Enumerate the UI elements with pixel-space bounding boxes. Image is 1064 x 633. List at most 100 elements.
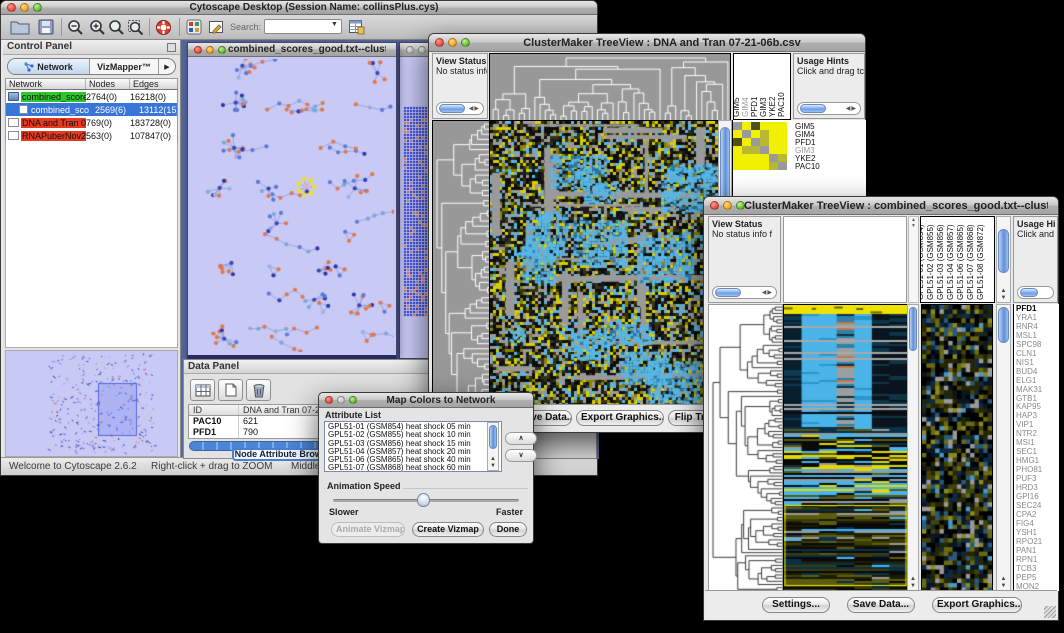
- matrix-cell[interactable]: [742, 130, 751, 138]
- open-session-button[interactable]: [9, 17, 31, 37]
- network-manager-button[interactable]: [183, 17, 205, 37]
- matrix-cell[interactable]: [751, 138, 760, 146]
- scrollbar-thumb[interactable]: [998, 229, 1009, 273]
- zoom-selected-button[interactable]: [105, 17, 127, 37]
- matrix-cell[interactable]: [769, 146, 778, 154]
- matrix-cell[interactable]: [760, 138, 769, 146]
- column-array-label[interactable]: GPL51-07 (GSM868): [966, 224, 975, 300]
- column-dendrogram-canvas[interactable]: [489, 53, 731, 121]
- matrix-cell[interactable]: [778, 146, 787, 154]
- matrix-cell[interactable]: [769, 130, 778, 138]
- tab-vizmapper[interactable]: VizMapper™: [90, 59, 159, 74]
- matrix-cell[interactable]: [742, 138, 751, 146]
- settings-button[interactable]: Settings...: [762, 597, 830, 613]
- minimize-icon[interactable]: [206, 46, 214, 54]
- column-gene-label[interactable]: YKE2: [768, 97, 777, 117]
- heatmap-vscrollbar[interactable]: ▲▼: [907, 304, 919, 591]
- column-array-label[interactable]: GPL51-01 (GSM854): [920, 224, 925, 300]
- move-down-button[interactable]: ∨: [505, 449, 537, 462]
- treeview-combined-titlebar[interactable]: ClusterMaker TreeView : combined_scores_…: [704, 197, 1058, 215]
- create-vizmap-button[interactable]: Create Vizmap: [412, 522, 484, 537]
- matrix-cell[interactable]: [733, 146, 742, 154]
- view-status-hscrollbar[interactable]: ◀▶: [712, 286, 777, 299]
- close-icon[interactable]: [406, 46, 414, 54]
- birds-eye-canvas[interactable]: [6, 351, 178, 456]
- matrix-cell[interactable]: [742, 146, 751, 154]
- matrix-cell[interactable]: [778, 162, 787, 170]
- animation-speed-slider-thumb[interactable]: [417, 493, 430, 507]
- row-gene-label[interactable]: PAC10: [795, 163, 820, 171]
- matrix-cell[interactable]: [733, 138, 742, 146]
- matrix-cell[interactable]: [760, 154, 769, 162]
- column-network[interactable]: Network: [6, 79, 86, 89]
- matrix-cell[interactable]: [769, 154, 778, 162]
- matrix-cell[interactable]: [769, 162, 778, 170]
- dendrogram-scroll-gutter[interactable]: ▲▼: [908, 216, 919, 303]
- matrix-cell[interactable]: [760, 122, 769, 130]
- close-icon[interactable]: [194, 46, 202, 54]
- matrix-cell[interactable]: [778, 154, 787, 162]
- correlation-matrix[interactable]: [733, 122, 787, 170]
- column-gene-label[interactable]: PAC10: [777, 92, 786, 117]
- scrollbar-arrows-icon[interactable]: ◀▶: [762, 289, 773, 296]
- attribute-browser-button[interactable]: [345, 17, 367, 37]
- matrix-cell[interactable]: [742, 122, 751, 130]
- scrollbar-thumb[interactable]: [1020, 288, 1038, 297]
- matrix-cell[interactable]: [769, 138, 778, 146]
- matrix-cell[interactable]: [742, 154, 751, 162]
- column-array-label[interactable]: GPL51-02 (GSM855): [926, 224, 935, 300]
- heatmap-canvas[interactable]: [489, 120, 720, 408]
- matrix-cell[interactable]: [742, 162, 751, 170]
- tabs-overflow-button[interactable]: ▶: [159, 59, 175, 74]
- column-id[interactable]: ID: [189, 405, 239, 415]
- export-graphics-button[interactable]: Export Graphics...: [932, 597, 1022, 613]
- matrix-cell[interactable]: [760, 146, 769, 154]
- attribute-list[interactable]: GPL51-01 (GSM854) heat shock 05 minGPL51…: [324, 421, 502, 472]
- scrollbar-arrows-icon[interactable]: ▲▼: [488, 456, 498, 470]
- minimize-icon[interactable]: [418, 46, 426, 54]
- minimize-icon[interactable]: [337, 396, 345, 404]
- scrollbar-thumb[interactable]: [715, 288, 741, 297]
- matrix-cell[interactable]: [751, 146, 760, 154]
- usage-hints-hscrollbar[interactable]: [1017, 286, 1054, 299]
- move-up-button[interactable]: ∧: [505, 432, 537, 445]
- matrix-cell[interactable]: [751, 130, 760, 138]
- birds-eye-view[interactable]: [5, 350, 178, 457]
- column-gene-label[interactable]: PFD1: [750, 97, 759, 117]
- scrollbar-arrows-icon[interactable]: ◀▶: [469, 105, 480, 112]
- scrollbar-thumb[interactable]: [800, 104, 826, 113]
- zoom-window-icon[interactable]: [349, 396, 357, 404]
- attribute-select-button[interactable]: [190, 379, 215, 401]
- new-attribute-button[interactable]: [218, 379, 243, 401]
- delete-attribute-button[interactable]: [246, 379, 271, 401]
- tab-network[interactable]: Network: [8, 59, 90, 74]
- scrollbar-arrows-icon[interactable]: ▲▼: [997, 576, 1010, 590]
- float-panel-icon[interactable]: [167, 43, 176, 52]
- matrix-cell[interactable]: [733, 162, 742, 170]
- matrix-cell[interactable]: [778, 122, 787, 130]
- column-nodes[interactable]: Nodes: [86, 79, 130, 89]
- column-gene-label[interactable]: GIM3: [759, 97, 768, 117]
- view-status-hscrollbar[interactable]: ◀▶: [436, 102, 484, 115]
- matrix-cell[interactable]: [751, 162, 760, 170]
- matrix-cell[interactable]: [778, 138, 787, 146]
- network-list-row[interactable]: combined_scores 2764(0) 16218(0): [6, 90, 177, 103]
- treeview-dna-titlebar[interactable]: ClusterMaker TreeView : DNA and Tran 07-…: [429, 34, 865, 52]
- scrollbar-arrows-icon[interactable]: ▲▼: [908, 576, 918, 590]
- zoom-heatmap-vscrollbar[interactable]: ▲▼: [996, 304, 1011, 591]
- column-array-label[interactable]: GPL51-08 (GSM872): [976, 224, 985, 300]
- row-dendrogram-canvas[interactable]: [432, 120, 490, 408]
- column-array-label[interactable]: GPL51-03 (GSM856): [936, 224, 945, 300]
- scrollbar-arrows-icon[interactable]: ▲▼: [997, 288, 1010, 302]
- network-view-canvas[interactable]: [188, 59, 394, 352]
- matrix-cell[interactable]: [733, 154, 742, 162]
- zoom-out-button[interactable]: [64, 17, 86, 37]
- column-gene-label[interactable]: GIM4: [741, 97, 750, 117]
- matrix-cell[interactable]: [733, 130, 742, 138]
- column-array-label[interactable]: GPL51-06 (GSM865): [956, 224, 965, 300]
- zoom-window-icon[interactable]: [218, 46, 226, 54]
- scrollbar-thumb[interactable]: [909, 307, 917, 351]
- save-data-button[interactable]: Save Data...: [847, 597, 915, 613]
- minimize-icon[interactable]: [20, 3, 29, 12]
- zoom-fit-button[interactable]: [125, 17, 147, 37]
